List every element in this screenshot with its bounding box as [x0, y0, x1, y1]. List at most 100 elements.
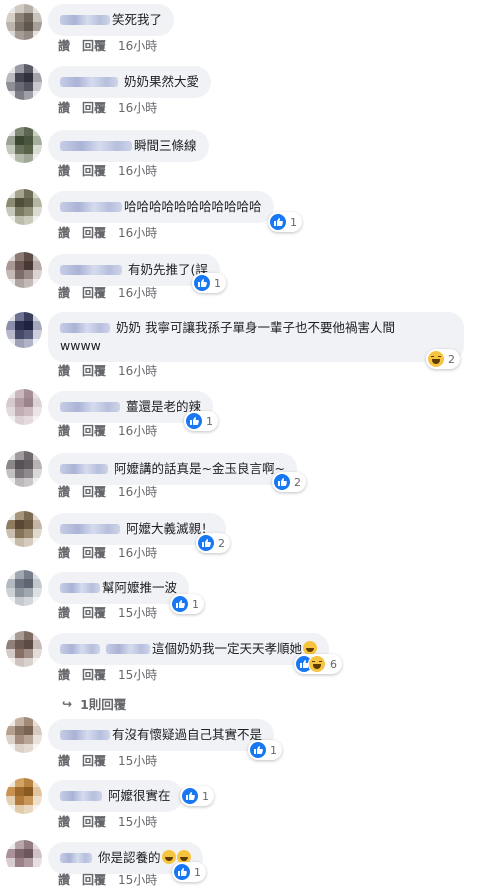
reaction-summary[interactable]: 2: [196, 533, 230, 553]
commenter-name[interactable]: [60, 77, 118, 87]
comment-timestamp[interactable]: 16小時: [118, 224, 157, 241]
reaction-summary[interactable]: 1: [180, 786, 214, 806]
avatar[interactable]: [6, 189, 42, 225]
comment-timestamp[interactable]: 16小時: [118, 422, 157, 439]
reply-button[interactable]: 回覆: [82, 422, 106, 439]
commenter-name[interactable]: [60, 265, 122, 275]
commenter-name[interactable]: [60, 730, 110, 740]
commenter-name[interactable]: [60, 15, 110, 25]
commenter-name[interactable]: [60, 791, 102, 801]
avatar[interactable]: [6, 252, 42, 288]
comment-bubble: 這個奶奶我一定天天孝順她: [48, 633, 330, 665]
comment-timestamp[interactable]: 15小時: [118, 666, 157, 683]
comment-text: 幫阿嬤推一波: [102, 580, 178, 595]
commenter-name[interactable]: [60, 524, 120, 534]
commenter-name[interactable]: [60, 323, 110, 333]
avatar[interactable]: [6, 778, 42, 814]
comment-actions: 讚 回覆 16小時: [58, 362, 157, 379]
commenter-name[interactable]: [60, 464, 108, 474]
reply-button[interactable]: 回覆: [82, 362, 106, 379]
like-button[interactable]: 讚: [58, 752, 70, 769]
reaction-summary[interactable]: 1: [170, 594, 204, 614]
comment-bubble: 阿嬤講的話真是~金玉良言啊~: [48, 453, 297, 485]
reply-button[interactable]: 回覆: [82, 604, 106, 621]
like-button[interactable]: 讚: [58, 422, 70, 439]
commenter-name[interactable]: [60, 853, 92, 863]
reaction-summary[interactable]: 1: [248, 740, 282, 760]
reply-button[interactable]: 回覆: [82, 544, 106, 561]
avatar[interactable]: [6, 631, 42, 667]
reply-button[interactable]: 回覆: [82, 99, 106, 116]
avatar[interactable]: [6, 717, 42, 753]
comment-text: 你是認養的: [98, 850, 161, 865]
avatar[interactable]: [6, 127, 42, 163]
like-button[interactable]: 讚: [58, 544, 70, 561]
reaction-summary[interactable]: 1: [268, 212, 302, 232]
comment-timestamp[interactable]: 16小時: [118, 544, 157, 561]
reaction-summary[interactable]: 1: [172, 862, 206, 882]
comment-timestamp[interactable]: 16小時: [118, 483, 157, 500]
avatar[interactable]: [6, 312, 42, 348]
reply-button[interactable]: 回覆: [82, 483, 106, 500]
like-button[interactable]: 讚: [58, 362, 70, 379]
like-button[interactable]: 讚: [58, 99, 70, 116]
avatar[interactable]: [6, 511, 42, 547]
comment-timestamp[interactable]: 16小時: [118, 162, 157, 179]
like-button[interactable]: 讚: [58, 224, 70, 241]
avatar[interactable]: [6, 451, 42, 487]
reply-button[interactable]: 回覆: [82, 162, 106, 179]
reaction-summary[interactable]: 2: [272, 472, 306, 492]
reaction-summary[interactable]: 2: [426, 349, 460, 369]
like-button[interactable]: 讚: [58, 604, 70, 621]
reply-button[interactable]: 回覆: [82, 224, 106, 241]
reaction-count: 1: [270, 743, 277, 757]
like-icon: [182, 788, 198, 804]
comment-actions: 讚 回覆 16小時: [58, 99, 157, 116]
like-button[interactable]: 讚: [58, 871, 70, 888]
comment-timestamp[interactable]: 16小時: [118, 284, 157, 301]
reaction-count: 2: [294, 475, 301, 489]
comment-timestamp[interactable]: 15小時: [118, 871, 157, 888]
commenter-name[interactable]: [106, 644, 150, 654]
replies-count-label: 1則回覆: [80, 697, 127, 712]
reply-button[interactable]: 回覆: [82, 666, 106, 683]
avatar[interactable]: [6, 389, 42, 425]
reply-arrow-icon: ↪: [62, 696, 73, 711]
reply-button[interactable]: 回覆: [82, 813, 106, 830]
commenter-name[interactable]: [60, 202, 122, 212]
reaction-summary[interactable]: 1: [184, 411, 218, 431]
commenter-name[interactable]: [60, 583, 100, 593]
like-button[interactable]: 讚: [58, 37, 70, 54]
comment-timestamp[interactable]: 16小時: [118, 99, 157, 116]
avatar[interactable]: [6, 840, 42, 876]
reaction-count: 1: [290, 215, 297, 229]
comment-timestamp[interactable]: 16小時: [118, 37, 157, 54]
comment-bubble: 哈哈哈哈哈哈哈哈哈哈哈: [48, 191, 274, 223]
reply-button[interactable]: 回覆: [82, 37, 106, 54]
like-icon: [198, 535, 214, 551]
like-button[interactable]: 讚: [58, 284, 70, 301]
like-button[interactable]: 讚: [58, 162, 70, 179]
comment-actions: 讚 回覆 15小時: [58, 666, 157, 683]
commenter-name[interactable]: [60, 402, 120, 412]
reply-button[interactable]: 回覆: [82, 284, 106, 301]
commenter-name[interactable]: [60, 141, 132, 151]
reply-button[interactable]: 回覆: [82, 752, 106, 769]
comment-timestamp[interactable]: 15小時: [118, 813, 157, 830]
like-button[interactable]: 讚: [58, 666, 70, 683]
view-replies-link[interactable]: ↪ 1則回覆: [62, 694, 126, 713]
comment-timestamp[interactable]: 15小時: [118, 604, 157, 621]
avatar[interactable]: [6, 570, 42, 606]
comment-timestamp[interactable]: 16小時: [118, 362, 157, 379]
reaction-summary[interactable]: 1: [192, 273, 226, 293]
reply-button[interactable]: 回覆: [82, 871, 106, 888]
avatar[interactable]: [6, 4, 42, 40]
reaction-summary[interactable]: 6: [294, 654, 342, 674]
comment-bubble: 奶奶果然大愛: [48, 66, 212, 98]
comment-actions: 讚 回覆 16小時: [58, 162, 157, 179]
commenter-name[interactable]: [60, 644, 100, 654]
like-button[interactable]: 讚: [58, 813, 70, 830]
comment-timestamp[interactable]: 15小時: [118, 752, 157, 769]
avatar[interactable]: [6, 64, 42, 100]
like-button[interactable]: 讚: [58, 483, 70, 500]
